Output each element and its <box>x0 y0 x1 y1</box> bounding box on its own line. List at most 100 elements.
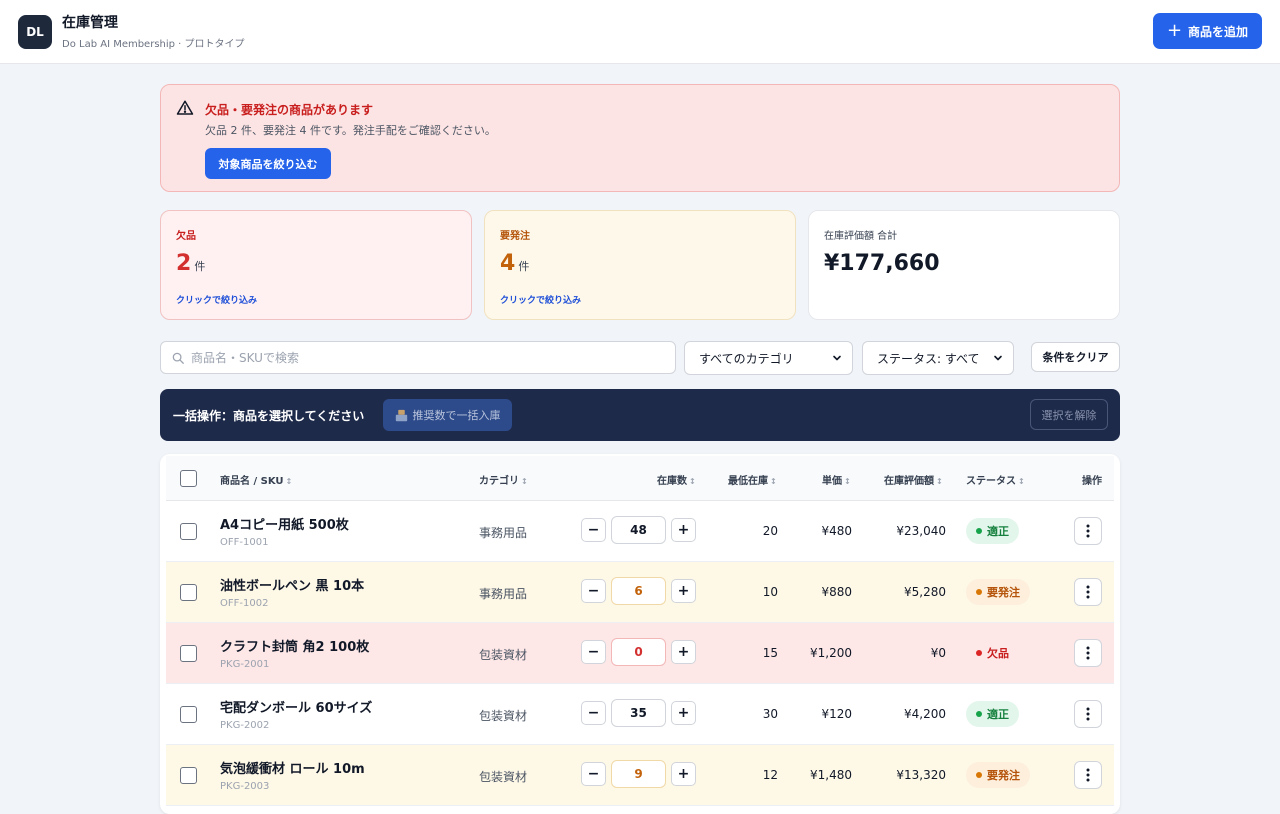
column-header-price[interactable]: 単価 ↕ <box>822 472 851 487</box>
table-row: クラフト封筒 角2 100枚 PKG-2001 包装資材 − 0 + 15 ¥1… <box>166 623 1114 684</box>
table-row: 油性ボールペン 黒 10本 OFF-1002 事務用品 − 6 + 10 ¥88… <box>166 562 1114 623</box>
stock-quantity-input[interactable]: 35 <box>611 699 666 727</box>
min-stock: 15 <box>762 646 778 660</box>
increment-button[interactable]: + <box>671 762 696 786</box>
stock-quantity-input[interactable]: 6 <box>611 577 666 605</box>
status-dot-icon <box>976 772 982 778</box>
decrement-button[interactable]: − <box>581 579 606 603</box>
column-header-status[interactable]: ステータス ↕ <box>966 472 1025 487</box>
status-dot-icon <box>976 650 982 656</box>
product-category: 事務用品 <box>479 587 528 601</box>
column-label: カテゴリ <box>479 476 519 487</box>
alert-text: 欠品 2 件、要発注 4 件です。発注手配をご確認ください。 <box>205 124 496 137</box>
row-checkbox[interactable] <box>180 584 197 601</box>
increment-button[interactable]: + <box>671 701 696 725</box>
card-filter-link[interactable]: クリックで絞り込み <box>176 293 257 306</box>
bulk-label: 一括操作：商品を選択してください <box>173 409 365 423</box>
deselect-button[interactable]: 選択を解除 <box>1030 399 1108 430</box>
column-header-stock[interactable]: 在庫数 ↕ <box>657 472 696 487</box>
decrement-button[interactable]: − <box>581 701 606 725</box>
card-value: 4 件 <box>500 251 529 276</box>
product-sku: PKG-2003 <box>220 781 270 792</box>
row-checkbox[interactable] <box>180 767 197 784</box>
min-stock: 30 <box>762 707 778 721</box>
status-badge: 欠品 <box>966 640 1019 666</box>
bulk-restock-button[interactable]: 推奨数で一括入庫 <box>383 399 512 431</box>
table-row: 気泡緩衝材 ロール 10m PKG-2003 包装資材 − 9 + 12 ¥1,… <box>166 745 1114 806</box>
stock-quantity-input[interactable]: 0 <box>611 638 666 666</box>
decrement-button[interactable]: − <box>581 518 606 542</box>
status-badge: 要発注 <box>966 579 1030 605</box>
status-dot-icon <box>976 711 982 717</box>
row-checkbox[interactable] <box>180 645 197 662</box>
row-actions-button[interactable] <box>1074 700 1102 728</box>
clear-filters-button[interactable]: 条件をクリア <box>1031 342 1120 372</box>
decrement-button[interactable]: − <box>581 762 606 786</box>
unit-price: ¥880 <box>821 585 852 599</box>
stock-quantity-input[interactable]: 48 <box>611 516 666 544</box>
bulk-restock-label: 推奨数で一括入庫 <box>412 409 501 422</box>
stock-valuation: ¥23,040 <box>896 524 946 538</box>
card-unit: 件 <box>194 260 206 273</box>
category-select-value: すべてのカテゴリ <box>699 351 794 366</box>
column-label: 単価 <box>822 476 842 487</box>
chevron-down-icon <box>994 355 1002 361</box>
out-of-stock-card[interactable]: 欠品 2 件 クリックで絞り込み <box>160 210 472 320</box>
unit-price: ¥1,480 <box>810 768 852 782</box>
row-actions-button[interactable] <box>1074 517 1102 545</box>
sort-icon: ↕ <box>844 477 851 486</box>
plus-icon: + <box>1166 20 1183 41</box>
inbox-icon <box>395 409 407 421</box>
sort-icon: ↕ <box>689 477 696 486</box>
reorder-card[interactable]: 要発注 4 件 クリックで絞り込み <box>484 210 796 320</box>
increment-button[interactable]: + <box>671 640 696 664</box>
column-header-name[interactable]: 商品名 / SKU ↕ <box>220 472 292 487</box>
add-product-button[interactable]: + 商品を追加 <box>1153 13 1262 49</box>
status-label: 適正 <box>987 708 1009 721</box>
product-sku: OFF-1002 <box>220 598 269 609</box>
status-badge: 適正 <box>966 518 1019 544</box>
table-row: A4コピー用紙 500枚 OFF-1001 事務用品 − 48 + 20 ¥48… <box>166 501 1114 562</box>
more-vertical-icon <box>1086 524 1090 538</box>
search-input[interactable] <box>191 342 671 373</box>
valuation-card: 在庫評価額 合計 ¥177,660 <box>808 210 1120 320</box>
table-row: 宅配ダンボール 60サイズ PKG-2002 包装資材 − 35 + 30 ¥1… <box>166 684 1114 745</box>
stat-cards: 欠品 2 件 クリックで絞り込み 要発注 4 件 クリックで絞り込み 在庫評価額… <box>160 210 1120 320</box>
status-dot-icon <box>976 528 982 534</box>
column-header-valuation[interactable]: 在庫評価額 ↕ <box>884 472 943 487</box>
row-actions-button[interactable] <box>1074 761 1102 789</box>
row-checkbox[interactable] <box>180 523 197 540</box>
product-name: 気泡緩衝材 ロール 10m <box>220 762 365 777</box>
row-checkbox[interactable] <box>180 706 197 723</box>
min-stock: 20 <box>762 524 778 538</box>
app-title: 在庫管理 <box>62 14 118 31</box>
stock-quantity-input[interactable]: 9 <box>611 760 666 788</box>
product-name: A4コピー用紙 500枚 <box>220 518 349 533</box>
more-vertical-icon <box>1086 707 1090 721</box>
increment-button[interactable]: + <box>671 579 696 603</box>
status-select[interactable]: ステータス: すべて <box>862 341 1014 375</box>
min-stock: 12 <box>762 768 778 782</box>
brand: 在庫管理 Do Lab AI Membership · プロトタイプ <box>62 14 245 50</box>
category-select[interactable]: すべてのカテゴリ <box>684 341 853 375</box>
table-header: 商品名 / SKU ↕ カテゴリ ↕ 在庫数 ↕ 最低在庫 ↕ 単価 ↕ 在庫評価額 ↕ ス… <box>166 456 1114 501</box>
column-header-min-stock[interactable]: 最低在庫 ↕ <box>728 472 777 487</box>
filter-target-products-button[interactable]: 対象商品を絞り込む <box>205 148 331 179</box>
column-label: 在庫評価額 <box>884 476 934 487</box>
sort-icon: ↕ <box>936 477 943 486</box>
status-badge: 適正 <box>966 701 1019 727</box>
inventory-table: 商品名 / SKU ↕ カテゴリ ↕ 在庫数 ↕ 最低在庫 ↕ 単価 ↕ 在庫評価額 ↕ ス… <box>160 454 1120 814</box>
row-actions-button[interactable] <box>1074 578 1102 606</box>
row-actions-button[interactable] <box>1074 639 1102 667</box>
column-label: ステータス <box>966 476 1016 487</box>
main-content: 欠品・要発注の商品があります 欠品 2 件、要発注 4 件です。発注手配をご確認… <box>160 84 1120 814</box>
select-all-checkbox[interactable] <box>180 470 197 487</box>
card-filter-link[interactable]: クリックで絞り込み <box>500 293 581 306</box>
column-header-category[interactable]: カテゴリ ↕ <box>479 472 528 487</box>
stock-valuation: ¥4,200 <box>904 707 946 721</box>
app-logo: DL <box>18 14 52 49</box>
decrement-button[interactable]: − <box>581 640 606 664</box>
increment-button[interactable]: + <box>671 518 696 542</box>
warning-icon <box>176 100 194 115</box>
product-sku: PKG-2002 <box>220 720 270 731</box>
